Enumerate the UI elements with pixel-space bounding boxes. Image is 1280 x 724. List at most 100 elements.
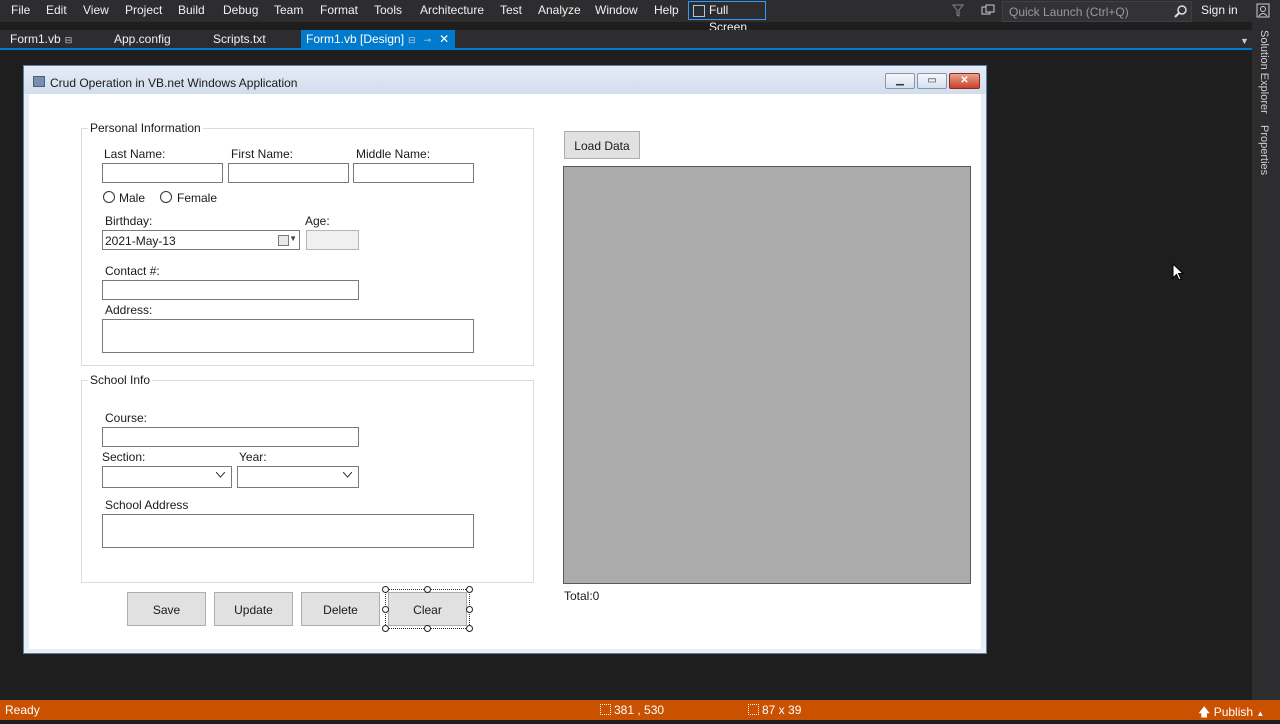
properties-tab[interactable]: Properties [1258, 125, 1270, 175]
position-value: 381 , 530 [614, 703, 665, 717]
pin-tab-icon[interactable]: ⊸ [424, 35, 432, 45]
menu-window[interactable]: Window [592, 0, 641, 22]
birthday-datepicker[interactable]: 2021-May-13 ▼ [102, 230, 300, 250]
year-combobox[interactable] [237, 466, 359, 488]
feedback-icon[interactable] [981, 4, 995, 18]
menu-analyze[interactable]: Analyze [535, 0, 584, 22]
minimize-button[interactable]: ▁ [885, 73, 915, 89]
menu-format[interactable]: Format [317, 0, 361, 22]
app-icon [33, 76, 45, 87]
full-screen-button[interactable]: Full Screen [688, 1, 766, 34]
menu-project[interactable]: Project [122, 0, 165, 22]
tab-dropdown-icon[interactable]: ▼ [1240, 36, 1249, 46]
section-label: Section: [102, 450, 146, 464]
menu-test[interactable]: Test [497, 0, 525, 22]
course-input[interactable] [102, 427, 359, 447]
tab-app-config[interactable]: App.config [114, 30, 171, 48]
pin-icon[interactable]: ⊟ [408, 35, 416, 45]
menu-build[interactable]: Build [175, 0, 208, 22]
menu-bar: File Edit View Project Build Debug Team … [0, 0, 1280, 34]
contact-input[interactable] [102, 280, 359, 300]
delete-button[interactable]: Delete [301, 592, 380, 626]
birthday-label: Birthday: [105, 214, 153, 228]
group-title: Personal Information [88, 121, 203, 135]
address-input[interactable] [102, 319, 474, 353]
solution-explorer-tab[interactable]: Solution Explorer [1258, 30, 1270, 114]
status-size: 87 x 39 [748, 703, 801, 717]
address-label: Address: [105, 303, 153, 317]
close-button[interactable]: ✕ [949, 73, 980, 89]
resize-handle[interactable] [382, 625, 389, 632]
first-name-input[interactable] [228, 163, 349, 183]
resize-handle[interactable] [466, 625, 473, 632]
first-name-label: First Name: [231, 147, 294, 161]
resize-handle[interactable] [424, 625, 431, 632]
mouse-cursor-icon [1172, 263, 1184, 281]
tab-form1-vb[interactable]: Form1.vb ⊟ [10, 30, 72, 48]
position-icon [600, 704, 611, 715]
female-radio[interactable] [160, 191, 172, 203]
menu-view[interactable]: View [80, 0, 112, 22]
tab-label: App.config [114, 32, 171, 46]
calendar-icon [278, 235, 289, 246]
menu-architecture[interactable]: Architecture [417, 0, 487, 22]
form-client-area: Personal Information Last Name: First Na… [29, 94, 981, 649]
update-button[interactable]: Update [214, 592, 293, 626]
section-combobox[interactable] [102, 466, 232, 488]
birthday-value: 2021-May-13 [105, 234, 176, 248]
search-icon [1174, 5, 1187, 18]
status-ready: Ready [5, 703, 40, 717]
pin-icon[interactable]: ⊟ [65, 35, 73, 45]
form-window[interactable]: Crud Operation in VB.net Windows Applica… [23, 65, 987, 654]
chevron-down-icon [216, 472, 225, 478]
resize-handle[interactable] [382, 606, 389, 613]
form-title-bar: Crud Operation in VB.net Windows Applica… [24, 66, 986, 94]
publish-button[interactable]: 🡅 Publish ▲ [1198, 703, 1264, 724]
tab-form1-design[interactable]: Form1.vb [Design] ⊟ ⊸ ✕ [301, 30, 456, 48]
menu-help[interactable]: Help [651, 0, 682, 22]
menu-tools[interactable]: Tools [371, 0, 405, 22]
save-button[interactable]: Save [127, 592, 206, 626]
maximize-button[interactable]: ▭ [917, 73, 947, 89]
resize-handle[interactable] [466, 586, 473, 593]
menu-file[interactable]: File [8, 0, 33, 22]
middle-name-input[interactable] [353, 163, 474, 183]
selection-frame[interactable] [382, 586, 473, 632]
quick-launch-placeholder: Quick Launch (Ctrl+Q) [1009, 5, 1129, 19]
menu-debug[interactable]: Debug [220, 0, 261, 22]
close-tab-icon[interactable]: ✕ [439, 32, 449, 46]
filter-icon[interactable] [952, 4, 964, 18]
sign-in-link[interactable]: Sign in [1201, 3, 1238, 17]
tab-label: Scripts.txt [213, 32, 266, 46]
tab-scripts-txt[interactable]: Scripts.txt [213, 30, 266, 48]
size-value: 87 x 39 [762, 703, 802, 717]
resize-handle[interactable] [466, 606, 473, 613]
document-tab-bar: Form1.vb ⊟ App.config Scripts.txt Form1.v… [0, 30, 1252, 50]
load-data-button[interactable]: Load Data [564, 131, 640, 159]
publish-arrow-icon: 🡅 [1198, 705, 1211, 719]
resize-handle[interactable] [382, 586, 389, 593]
menu-edit[interactable]: Edit [43, 0, 70, 22]
contact-label: Contact #: [105, 264, 160, 278]
female-label: Female [177, 191, 218, 205]
resize-handle[interactable] [424, 586, 431, 593]
year-label: Year: [239, 450, 267, 464]
quick-launch-input[interactable]: Quick Launch (Ctrl+Q) [1002, 1, 1192, 22]
account-icon[interactable] [1256, 3, 1270, 18]
right-tool-rail: Solution Explorer Properties [1252, 22, 1280, 700]
form-title: Crud Operation in VB.net Windows Applica… [50, 76, 298, 90]
data-grid[interactable] [563, 166, 971, 584]
last-name-input[interactable] [102, 163, 223, 183]
school-address-label: School Address [105, 498, 189, 512]
tab-label: Form1.vb [Design] [306, 32, 405, 46]
male-label: Male [119, 191, 146, 205]
middle-name-label: Middle Name: [356, 147, 431, 161]
publish-label: Publish [1213, 705, 1254, 719]
total-label: Total:0 [564, 589, 600, 603]
size-icon [748, 704, 759, 715]
male-radio[interactable] [103, 191, 115, 203]
school-address-input[interactable] [102, 514, 474, 548]
chevron-down-icon [343, 472, 352, 478]
menu-team[interactable]: Team [271, 0, 306, 22]
status-position: 381 , 530 [600, 703, 664, 717]
